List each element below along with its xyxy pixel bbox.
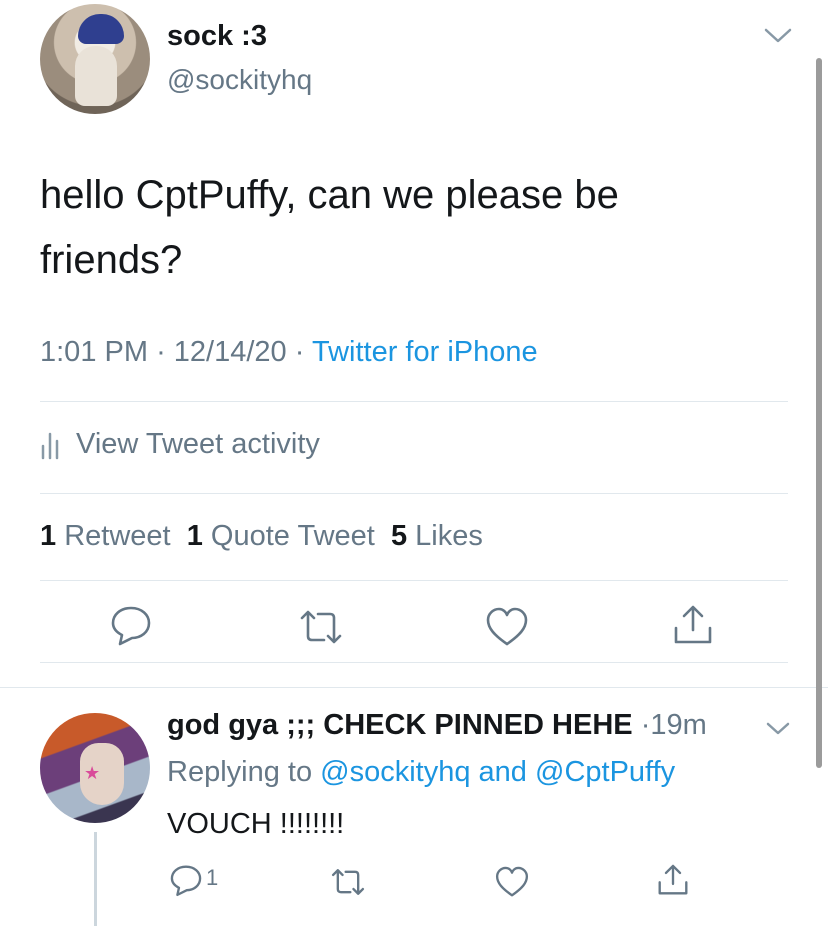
heart-icon bbox=[484, 604, 530, 650]
tweet-text: hello CptPuffy, can we please be friends… bbox=[40, 163, 760, 293]
tweet-source-link[interactable]: Twitter for iPhone bbox=[312, 336, 538, 368]
reply-text: VOUCH !!!!!!!! bbox=[167, 808, 345, 840]
quote-tweets-label: Quote Tweet bbox=[210, 520, 375, 552]
author-display-name[interactable]: sock :3 bbox=[167, 20, 267, 53]
divider bbox=[40, 493, 788, 494]
retweets-stat[interactable]: 1 Retweet bbox=[40, 520, 171, 552]
thread-connector-line bbox=[94, 832, 97, 926]
speech-bubble-icon bbox=[168, 862, 204, 898]
tweet-meta: 1:01 PM · 12/14/20 · Twitter for iPhone bbox=[40, 336, 538, 369]
reply-header: god gya ;;; CHECK PINNED HEHE ·19m bbox=[167, 709, 707, 742]
tweet-text-line: hello CptPuffy, can we please be bbox=[40, 173, 619, 217]
chevron-down-icon[interactable] bbox=[763, 717, 793, 739]
reply-author-display-name[interactable]: god gya ;;; CHECK PINNED HEHE bbox=[167, 709, 633, 741]
likes-count: 5 bbox=[390, 520, 408, 552]
mention-link[interactable]: @sockityhq bbox=[320, 756, 470, 788]
reply-share-button[interactable] bbox=[655, 862, 691, 898]
meta-separator: · bbox=[294, 336, 305, 368]
author-avatar[interactable] bbox=[40, 4, 150, 114]
reply-timestamp: 19m bbox=[650, 709, 707, 741]
star-icon: ★ bbox=[84, 763, 101, 783]
divider bbox=[40, 401, 788, 402]
mention-link[interactable]: @CptPuffy bbox=[535, 756, 675, 788]
tweet-text-line: friends? bbox=[40, 238, 183, 282]
reply-retweet-button[interactable] bbox=[330, 864, 366, 900]
view-tweet-activity-button[interactable]: View Tweet activity bbox=[40, 424, 320, 464]
share-icon bbox=[655, 862, 691, 898]
thread-separator bbox=[0, 687, 828, 688]
retweet-icon bbox=[330, 864, 366, 900]
divider bbox=[40, 662, 788, 663]
replying-to-prefix: Replying to bbox=[167, 756, 313, 788]
share-button[interactable] bbox=[670, 602, 716, 648]
quote-tweets-stat[interactable]: 1 Quote Tweet bbox=[187, 520, 375, 552]
retweets-count: 1 bbox=[40, 520, 57, 552]
tweet-time: 1:01 PM bbox=[40, 336, 148, 368]
share-icon bbox=[670, 602, 716, 648]
bar-chart-icon bbox=[40, 428, 62, 460]
divider bbox=[40, 580, 788, 581]
scrollbar[interactable] bbox=[816, 58, 822, 768]
reply-button[interactable] bbox=[108, 602, 154, 648]
reply-separator: · bbox=[640, 709, 651, 741]
replying-to-line: Replying to @sockityhq and @CptPuffy bbox=[167, 756, 675, 789]
reply-author-avatar[interactable]: ★ bbox=[40, 713, 150, 823]
speech-bubble-icon bbox=[108, 602, 154, 648]
chevron-down-icon[interactable] bbox=[763, 24, 793, 46]
tweet-date: 12/14/20 bbox=[173, 336, 287, 368]
likes-stat[interactable]: 5 Likes bbox=[391, 520, 483, 552]
reply-reply-button[interactable] bbox=[168, 862, 204, 898]
retweet-icon bbox=[298, 604, 344, 650]
author-handle[interactable]: @sockityhq bbox=[167, 64, 312, 96]
heart-icon bbox=[494, 864, 530, 900]
quote-tweets-count: 1 bbox=[186, 520, 203, 552]
view-tweet-activity-label: View Tweet activity bbox=[76, 427, 320, 460]
avatar-figure bbox=[75, 46, 117, 106]
replying-to-conjunction: and bbox=[478, 756, 527, 788]
retweets-label: Retweet bbox=[64, 520, 171, 552]
meta-separator: · bbox=[156, 336, 166, 368]
retweet-button[interactable] bbox=[298, 604, 344, 650]
reply-like-button[interactable] bbox=[494, 864, 530, 900]
reply-count: 1 bbox=[206, 865, 219, 890]
likes-label: Likes bbox=[415, 520, 483, 552]
like-button[interactable] bbox=[484, 604, 530, 650]
tweet-stats: 1 Retweet 1 Quote Tweet 5 Likes bbox=[40, 520, 483, 553]
avatar-hat bbox=[78, 14, 124, 44]
